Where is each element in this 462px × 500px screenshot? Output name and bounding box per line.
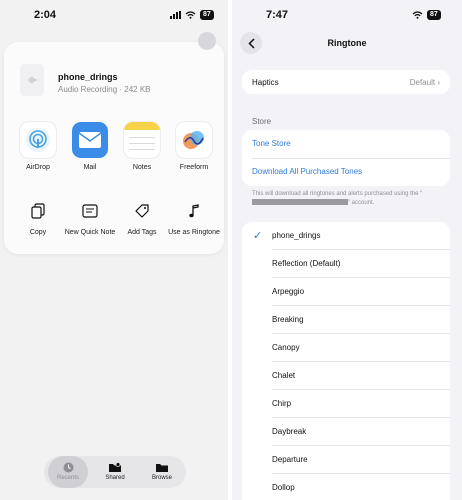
ringtone-label: phone_drings [272,231,321,240]
shared-folder-icon [108,461,122,473]
app-label: Mail [83,164,97,171]
ringtone-label: Chirp [272,399,292,408]
tab-recents[interactable]: Recents [48,456,88,488]
ringtone-item[interactable]: Reflection (Default) [242,250,450,278]
ringtone-label: Dollop [272,483,295,492]
ringtone-label: Departure [272,455,308,464]
notes-icon [124,122,160,158]
files-tab-bar: Recents Shared Browse [44,456,186,488]
clock-icon [61,461,75,473]
file-meta: Audio Recording · 242 KB [58,85,151,94]
ringtone-item[interactable]: Arpeggio [242,278,450,306]
app-label: Freeform [179,164,209,171]
ringtone-item[interactable]: Breaking [242,306,450,334]
share-app-mail[interactable]: Mail [65,122,115,171]
copy-icon [27,200,49,222]
audio-waveform-icon [20,64,44,96]
ringtone-item-selected[interactable]: ✓ phone_drings [242,222,450,250]
mail-icon [72,122,108,158]
file-header: phone_drings Audio Recording · 242 KB [20,62,220,102]
music-note-icon [183,200,205,222]
tag-icon [131,200,153,222]
action-label: Copy [29,229,47,236]
app-label: AirDrop [26,164,50,171]
battery-icon: 87 [427,10,441,20]
close-button[interactable] [198,32,216,50]
tab-label: Shared [105,475,125,481]
quick-note-icon [79,200,101,222]
action-label: New Quick Note [64,229,116,236]
download-all-tones-link[interactable]: Download All Purchased Tones [252,167,362,176]
action-copy[interactable]: Copy [12,200,64,237]
divider [252,158,450,159]
airdrop-icon [20,122,56,158]
ringtone-item[interactable]: Departure [242,446,450,474]
store-footnote: This will download all ringtones and ale… [252,191,423,206]
ringtone-item[interactable]: Daybreak [242,418,450,446]
haptics-value: Default › [409,78,440,87]
app-label: Notes [132,164,152,171]
ringtone-list: ✓ phone_drings Reflection (Default) Arpe… [242,222,450,500]
share-app-airdrop[interactable]: AirDrop [13,122,63,171]
status-bar: 2:04 87 [0,0,228,30]
folder-icon [155,461,169,473]
action-add-tags[interactable]: Add Tags [116,200,168,237]
status-time: 2:04 [34,9,57,21]
haptics-row[interactable]: Haptics Default › [242,70,450,94]
store-section-header: Store [252,117,272,126]
left-phone-share-sheet: 2:04 87 phone_drings Audio Recording · 2… [0,0,228,500]
share-app-freeform[interactable]: Freeform [169,122,219,171]
ringtone-item[interactable]: Chirp [242,390,450,418]
tab-label: Browse [151,475,172,481]
store-group: Tone Store Download All Purchased Tones [242,130,450,186]
status-time: 7:47 [266,9,289,21]
share-actions-row: Copy New Quick Note Add Tags Use as Ring… [10,200,220,250]
status-icons: 87 [412,10,441,20]
share-app-notes[interactable]: Notes [117,122,167,171]
chevron-right-icon: › [437,78,440,87]
ringtone-item[interactable]: Dollop [242,474,450,500]
tab-browse[interactable]: Browse [142,456,182,488]
checkmark-icon: ✓ [253,230,263,242]
file-name: phone_drings [58,72,118,82]
ringtone-label: Breaking [272,315,304,324]
ringtone-label: Canopy [272,343,300,352]
freeform-icon [176,122,212,158]
redacted-account [252,199,348,206]
ringtone-label: Chalet [272,371,296,380]
tone-store-link[interactable]: Tone Store [252,139,291,148]
haptics-label: Haptics [252,78,279,87]
action-label: Use as Ringtone [168,229,220,236]
share-apps-row: AirDrop Mail Notes Freeform [10,122,220,178]
status-icons: 87 [170,10,214,20]
signal-icon [170,11,181,19]
wifi-icon [412,11,423,19]
ringtone-item[interactable]: Canopy [242,334,450,362]
wifi-icon [185,11,196,19]
status-bar: 7:47 87 [232,0,462,30]
action-new-quick-note[interactable]: New Quick Note [64,200,116,237]
nav-bar: Ringtone [232,30,462,56]
action-use-as-ringtone[interactable]: Use as Ringtone [168,200,220,237]
ringtone-label: Daybreak [272,427,307,436]
right-phone-ringtone-settings: 7:47 87 Ringtone Haptics Default › Store… [232,0,462,500]
tab-label: Recents [56,475,79,481]
ringtone-label: Reflection (Default) [272,259,341,268]
battery-icon: 87 [200,10,214,20]
page-title: Ringtone [327,38,367,48]
ringtone-item[interactable]: Chalet [242,362,450,390]
ringtone-label: Arpeggio [272,287,305,296]
action-label: Add Tags [127,229,157,236]
tab-shared[interactable]: Shared [95,456,135,488]
